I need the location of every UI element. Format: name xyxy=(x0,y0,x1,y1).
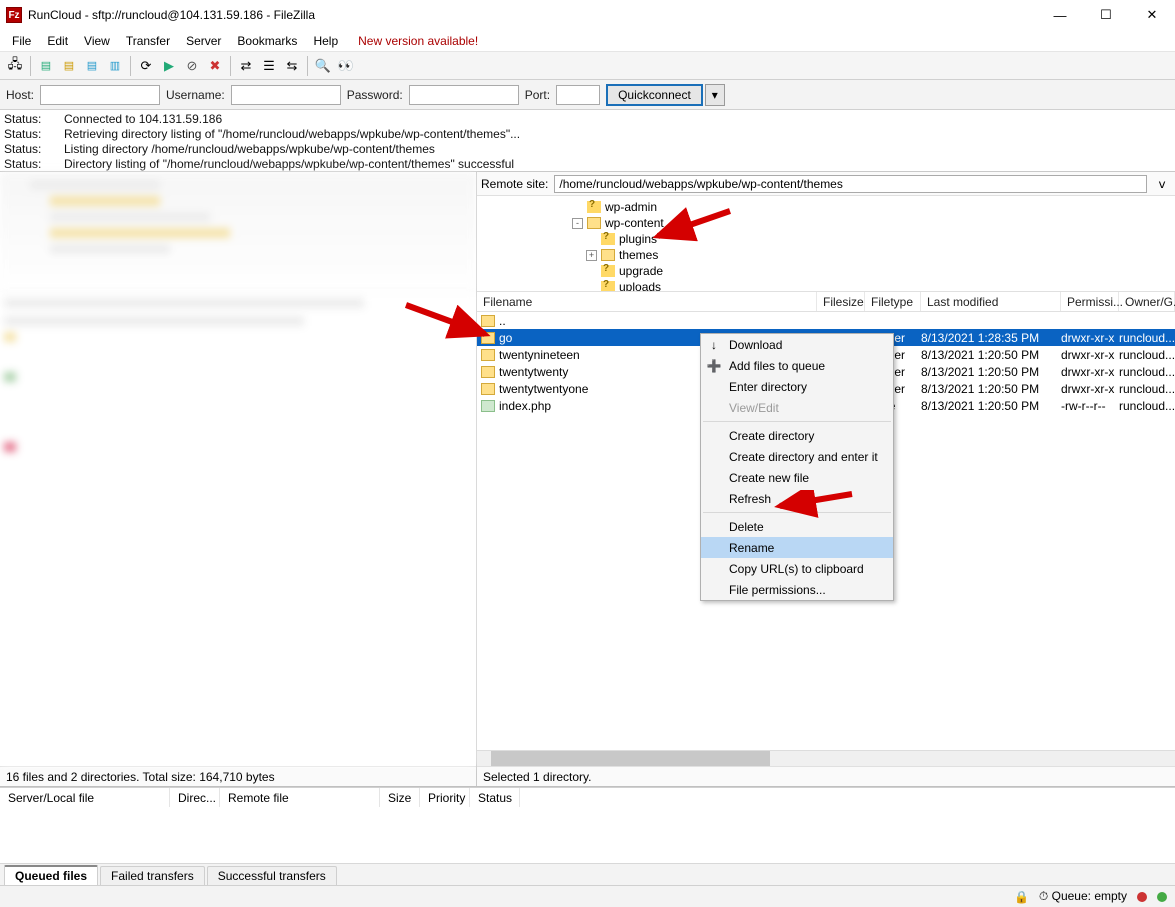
remote-status: Selected 1 directory. xyxy=(477,766,1175,786)
minimize-button[interactable]: — xyxy=(1037,0,1083,30)
indicator-green-icon xyxy=(1157,892,1167,902)
menu-file[interactable]: File xyxy=(4,32,39,50)
tab-queued[interactable]: Queued files xyxy=(4,865,98,885)
local-list-blurred xyxy=(0,292,476,766)
col-filetype[interactable]: Filetype xyxy=(865,292,921,311)
compare-icon[interactable]: ⇆ xyxy=(281,55,303,77)
app-icon: Fz xyxy=(6,7,22,23)
menu-bookmarks[interactable]: Bookmarks xyxy=(229,32,305,50)
file-row[interactable]: .. xyxy=(477,312,1175,329)
disconnect-icon[interactable]: ✖ xyxy=(204,55,226,77)
tcol-remote[interactable]: Remote file xyxy=(220,788,380,807)
host-label: Host: xyxy=(6,88,34,102)
message-log: Status:Connected to 104.131.59.186Status… xyxy=(0,110,1175,172)
ctx-download[interactable]: ↓Download xyxy=(701,334,893,355)
toolbar: 🖧 ▤ ▤ ▤ ▥ ⟳ ▶ ⊘ ✖ ⇄ ☰ ⇆ 🔍 👀 xyxy=(0,52,1175,80)
tree-item-uploads[interactable]: uploads xyxy=(586,279,1175,292)
titlebar: Fz RunCloud - sftp://runcloud@104.131.59… xyxy=(0,0,1175,30)
host-input[interactable] xyxy=(40,85,160,105)
toggle-log-icon[interactable]: ▤ xyxy=(35,55,57,77)
remote-list-scrollbar[interactable] xyxy=(477,750,1175,766)
tree-item-wp-content[interactable]: -wp-content xyxy=(572,215,1175,231)
tree-item-wp-admin[interactable]: wp-admin xyxy=(572,199,1175,215)
ctx-delete[interactable]: Delete xyxy=(701,516,893,537)
sync-browse-icon[interactable]: 🔍 xyxy=(312,55,334,77)
queue-label: ⏱ Queue: empty xyxy=(1039,889,1127,904)
local-tree-blurred xyxy=(0,172,476,292)
tcol-priority[interactable]: Priority xyxy=(420,788,470,807)
toggle-queue-icon[interactable]: ▥ xyxy=(104,55,126,77)
remote-path-input[interactable] xyxy=(554,175,1147,193)
tab-failed[interactable]: Failed transfers xyxy=(100,866,205,885)
username-input[interactable] xyxy=(231,85,341,105)
local-status: 16 files and 2 directories. Total size: … xyxy=(0,766,476,786)
ctx-create-directory-and-enter-it[interactable]: Create directory and enter it xyxy=(701,446,893,467)
toggle-remote-tree-icon[interactable]: ▤ xyxy=(81,55,103,77)
maximize-button[interactable]: ☐ xyxy=(1083,0,1129,30)
col-filename[interactable]: Filename xyxy=(477,292,817,311)
transfer-tabs: Queued files Failed transfers Successful… xyxy=(0,863,1175,885)
menubar: File Edit View Transfer Server Bookmarks… xyxy=(0,30,1175,52)
close-button[interactable]: ✕ xyxy=(1129,0,1175,30)
quickconnect-dropdown[interactable]: ▾ xyxy=(705,84,725,106)
password-input[interactable] xyxy=(409,85,519,105)
cancel-icon[interactable]: ⊘ xyxy=(181,55,203,77)
transfer-header: Server/Local file Direc... Remote file S… xyxy=(0,787,1175,807)
tab-success[interactable]: Successful transfers xyxy=(207,866,337,885)
remote-path-bar: Remote site: ⅴ xyxy=(477,172,1175,196)
reconnect-icon[interactable]: ⇄ xyxy=(235,55,257,77)
menu-help[interactable]: Help xyxy=(305,32,346,50)
quickconnect-button[interactable]: Quickconnect xyxy=(606,84,703,106)
ctx-refresh[interactable]: Refresh xyxy=(701,488,893,509)
filter-icon[interactable]: ☰ xyxy=(258,55,280,77)
tcol-size[interactable]: Size xyxy=(380,788,420,807)
indicator-red-icon xyxy=(1137,892,1147,902)
ctx-add-files-to-queue[interactable]: ➕Add files to queue xyxy=(701,355,893,376)
process-queue-icon[interactable]: ▶ xyxy=(158,55,180,77)
col-modified[interactable]: Last modified xyxy=(921,292,1061,311)
ctx-file-permissions-[interactable]: File permissions... xyxy=(701,579,893,600)
username-label: Username: xyxy=(166,88,225,102)
menu-view[interactable]: View xyxy=(76,32,118,50)
port-label: Port: xyxy=(525,88,550,102)
tcol-server[interactable]: Server/Local file xyxy=(0,788,170,807)
ctx-view-edit: View/Edit xyxy=(701,397,893,418)
col-filesize[interactable]: Filesize xyxy=(817,292,865,311)
site-manager-icon[interactable]: 🖧 xyxy=(4,55,26,77)
tree-item-upgrade[interactable]: upgrade xyxy=(586,263,1175,279)
tcol-direction[interactable]: Direc... xyxy=(170,788,220,807)
menu-edit[interactable]: Edit xyxy=(39,32,76,50)
tree-item-plugins[interactable]: plugins xyxy=(586,231,1175,247)
ctx-create-new-file[interactable]: Create new file xyxy=(701,467,893,488)
remote-path-dropdown[interactable]: ⅴ xyxy=(1153,177,1171,191)
toggle-local-tree-icon[interactable]: ▤ xyxy=(58,55,80,77)
local-pane: 16 files and 2 directories. Total size: … xyxy=(0,172,477,786)
menu-new-version[interactable]: New version available! xyxy=(350,32,486,50)
remote-list-header: Filename Filesize Filetype Last modified… xyxy=(477,292,1175,312)
password-label: Password: xyxy=(347,88,403,102)
col-owner[interactable]: Owner/G... xyxy=(1119,292,1175,311)
refresh-icon[interactable]: ⟳ xyxy=(135,55,157,77)
port-input[interactable] xyxy=(556,85,600,105)
context-menu: ↓Download➕Add files to queueEnter direct… xyxy=(700,333,894,601)
tree-item-themes[interactable]: +themes xyxy=(586,247,1175,263)
ctx-copy-url-s-to-clipboard[interactable]: Copy URL(s) to clipboard xyxy=(701,558,893,579)
ctx-create-directory[interactable]: Create directory xyxy=(701,425,893,446)
col-permissions[interactable]: Permissi... xyxy=(1061,292,1119,311)
tcol-status[interactable]: Status xyxy=(470,788,520,807)
remote-site-label: Remote site: xyxy=(481,177,548,191)
ctx-enter-directory[interactable]: Enter directory xyxy=(701,376,893,397)
ctx-rename[interactable]: Rename xyxy=(701,537,893,558)
remote-tree[interactable]: wp-admin-wp-contentplugins+themesupgrade… xyxy=(477,196,1175,292)
menu-server[interactable]: Server xyxy=(178,32,229,50)
quickconnect-bar: Host: Username: Password: Port: Quickcon… xyxy=(0,80,1175,110)
transfer-queue[interactable] xyxy=(0,807,1175,863)
window-title: RunCloud - sftp://runcloud@104.131.59.18… xyxy=(28,8,1037,22)
statusbar: 🔒 ⏱ Queue: empty xyxy=(0,885,1175,907)
search-icon[interactable]: 👀 xyxy=(335,55,357,77)
lock-icon: 🔒 xyxy=(1014,890,1029,904)
menu-transfer[interactable]: Transfer xyxy=(118,32,178,50)
